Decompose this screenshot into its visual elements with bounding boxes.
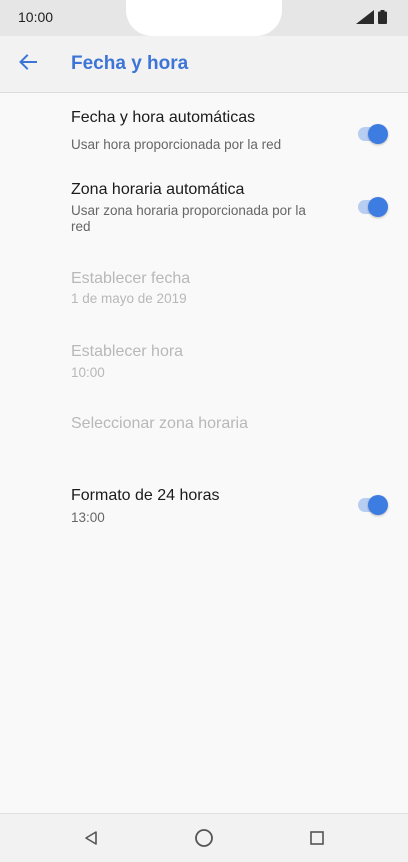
setting-select-timezone: Seleccionar zona horaria [0,407,408,443]
setting-subtitle: Usar hora proporcionada por la red [71,137,282,152]
setting-title: Establecer fecha [71,270,191,287]
signal-icon [356,10,374,24]
setting-auto-timezone[interactable]: Zona horaria automática Usar zona horari… [0,173,408,239]
setting-title: Fecha y hora automáticas [71,109,256,126]
setting-set-time: Establecer hora 10:00 [0,335,408,385]
back-triangle-icon [85,831,97,845]
setting-set-date: Establecer fecha 1 de mayo de 2019 [0,263,408,313]
home-circle-icon [195,829,213,847]
setting-subtitle: Usar zona horaria proporcionada por la r… [71,203,306,234]
app-bar: Fecha y hora [0,36,408,93]
nav-recents-button[interactable] [305,826,329,850]
status-time: 10:00 [18,9,54,25]
status-bar: 10:00 [0,0,408,36]
auto-datetime-toggle[interactable] [356,122,390,146]
nav-back-button[interactable] [79,826,103,850]
navigation-bar [0,813,408,862]
setting-title: Establecer hora [71,343,184,360]
setting-title: Seleccionar zona horaria [71,415,248,432]
status-icons [356,10,390,24]
toggle-thumb [368,197,388,217]
setting-subtitle: 10:00 [71,365,105,380]
battery-icon [378,10,387,24]
toggle-thumb [368,124,388,144]
setting-subtitle: 1 de mayo de 2019 [71,291,187,306]
setting-title: Zona horaria automática [71,181,245,198]
back-button[interactable] [12,46,44,78]
page-title: Fecha y hora [71,53,189,74]
setting-subtitle: 13:00 [71,510,105,525]
setting-title: Formato de 24 horas [71,487,220,504]
arrow-back-icon [19,54,37,70]
nav-home-button[interactable] [192,826,216,850]
setting-auto-datetime[interactable]: Fecha y hora automáticas Usar hora propo… [0,101,408,165]
recents-square-icon [310,831,324,845]
settings-list: Fecha y hora automáticas Usar hora propo… [0,93,408,813]
display-notch [126,0,282,36]
auto-timezone-toggle[interactable] [356,195,390,219]
format-24h-toggle[interactable] [356,493,390,517]
setting-format-24h[interactable]: Formato de 24 horas 13:00 [0,479,408,533]
toggle-thumb [368,495,388,515]
